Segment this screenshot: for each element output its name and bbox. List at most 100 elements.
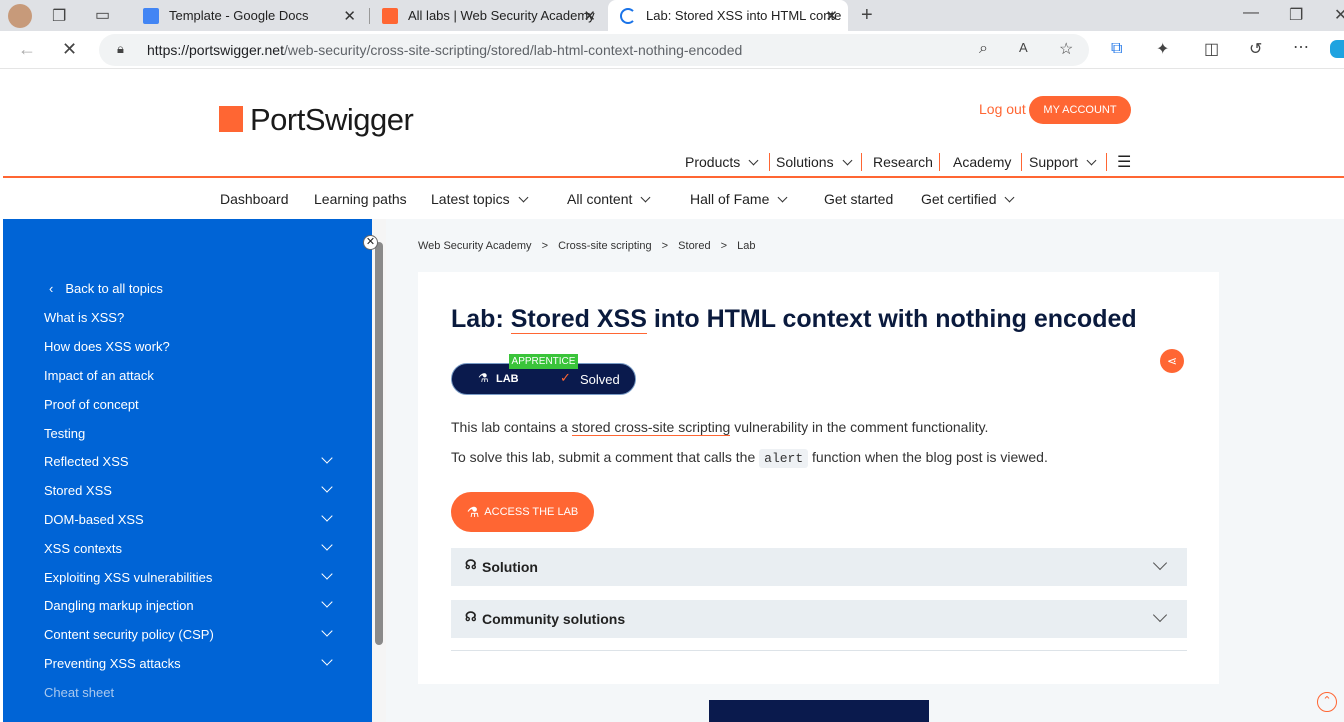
chevron-down-icon[interactable] <box>321 596 333 608</box>
portswigger-logo[interactable]: PortSwigger <box>250 102 414 138</box>
logout-link[interactable]: Log out <box>979 101 1026 117</box>
minimize-icon[interactable]: — <box>1243 4 1259 22</box>
chevron-down-icon[interactable] <box>321 481 333 493</box>
subnav-latest-topics[interactable]: Latest topics <box>431 191 529 207</box>
lock-icon[interactable]: 🔒︎ <box>117 41 124 57</box>
header-divider <box>3 176 1344 178</box>
history-icon[interactable]: ↺ <box>1249 39 1262 59</box>
level-badge: APPRENTICE <box>509 354 578 369</box>
sidebar-item-preventing-xss[interactable]: Preventing XSS attacks <box>44 656 181 671</box>
portswigger-logo-icon[interactable] <box>219 106 243 132</box>
back-to-topics-link[interactable]: ‹ Back to all topics <box>49 281 163 296</box>
lab-instructions: To solve this lab, submit a comment that… <box>451 449 1048 468</box>
chevron-down-icon[interactable] <box>321 625 333 637</box>
subnav-learning-paths[interactable]: Learning paths <box>314 191 407 207</box>
extensions-icon[interactable]: ✦ <box>1156 39 1169 59</box>
flask-icon: ⚗ <box>466 503 480 520</box>
tab-all-labs[interactable]: All labs | Web Security Academy ✕ <box>370 0 606 31</box>
community-icon: ☊ <box>465 609 477 624</box>
breadcrumb-xss[interactable]: Cross-site scripting <box>558 240 652 252</box>
tab-actions-icon[interactable]: ▭ <box>95 5 110 25</box>
sidebar-item-cheat-sheet[interactable]: Cheat sheet <box>44 685 114 700</box>
tab-title: Template - Google Docs <box>169 8 309 23</box>
access-lab-button[interactable]: ⚗ ACCESS THE LAB <box>451 492 594 532</box>
lightbulb-icon: ☊ <box>465 557 477 572</box>
web-page: PortSwigger Log out MY ACCOUNT Products … <box>3 70 1344 722</box>
divider <box>451 650 1187 651</box>
new-tab-button[interactable]: + <box>861 4 873 27</box>
chevron-down-icon <box>1152 607 1168 623</box>
community-solutions-accordion[interactable]: ☊ Community solutions <box>451 600 1187 638</box>
restore-icon[interactable]: ❐ <box>1289 5 1303 25</box>
back-arrow-icon[interactable]: ← <box>18 39 36 60</box>
subnav-all-content[interactable]: All content <box>567 191 651 207</box>
sidebar-item-reflected-xss[interactable]: Reflected XSS <box>44 454 129 469</box>
breadcrumb-stored[interactable]: Stored <box>678 240 710 252</box>
workspaces-icon[interactable]: ❐ <box>52 6 66 26</box>
subnav-dashboard[interactable]: Dashboard <box>220 191 289 207</box>
read-aloud-icon[interactable]: A <box>1019 40 1028 55</box>
lab-description: This lab contains a stored cross-site sc… <box>451 419 989 436</box>
share-icon[interactable]: ⋖ <box>1160 349 1184 373</box>
stored-xss-doc-link[interactable]: stored cross-site scripting <box>571 419 731 436</box>
solution-accordion[interactable]: ☊ Solution <box>451 548 1187 586</box>
sidebar-item-proof-of-concept[interactable]: Proof of concept <box>44 397 139 412</box>
zoom-icon[interactable]: ⌕ <box>979 40 988 58</box>
chevron-down-icon[interactable] <box>321 452 333 464</box>
nav-products[interactable]: Products <box>685 154 759 170</box>
sidebar-item-impact[interactable]: Impact of an attack <box>44 368 154 383</box>
close-icon[interactable]: ✕ <box>583 7 596 25</box>
sidebar-item-xss-contexts[interactable]: XSS contexts <box>44 541 122 556</box>
close-icon[interactable]: ✕ <box>343 7 356 25</box>
copilot-icon[interactable] <box>1330 40 1344 58</box>
nav-research[interactable]: Research <box>873 154 933 170</box>
subnav-get-started[interactable]: Get started <box>824 191 893 207</box>
badge-lab-label: LAB <box>496 373 519 385</box>
chevron-down-icon[interactable] <box>321 510 333 522</box>
subnav-get-certified[interactable]: Get certified <box>921 191 1015 207</box>
sidebar-item-what-is-xss[interactable]: What is XSS? <box>44 310 124 325</box>
google-docs-icon <box>143 7 159 24</box>
sidebar-item-dangling-markup[interactable]: Dangling markup injection <box>44 598 194 613</box>
subnav-hall-of-fame[interactable]: Hall of Fame <box>690 191 788 207</box>
sidebar-item-how-xss-works[interactable]: How does XSS work? <box>44 339 170 354</box>
stop-loading-icon[interactable]: ✕ <box>62 39 77 60</box>
alert-code: alert <box>759 449 809 468</box>
tab-google-docs[interactable]: Template - Google Docs ✕ <box>131 0 366 31</box>
chevron-down-icon[interactable] <box>321 568 333 580</box>
scroll-to-top-icon[interactable]: ⌃ <box>1317 692 1337 712</box>
sidebar-item-csp[interactable]: Content security policy (CSP) <box>44 627 214 642</box>
sidebar-item-testing[interactable]: Testing <box>44 426 85 441</box>
translate-icon[interactable]: ⧉ <box>1111 40 1122 58</box>
address-bar-row: ← ✕ 🔒︎ https://portswigger.net/web-secur… <box>0 31 1344 69</box>
topic-sidebar: ‹ Back to all topics What is XSS? How doe… <box>3 219 372 722</box>
more-menu-icon[interactable]: ⋯ <box>1293 37 1309 57</box>
nav-solutions[interactable]: Solutions <box>776 154 853 170</box>
favorite-star-icon[interactable]: ☆ <box>1059 39 1073 59</box>
stored-xss-link[interactable]: Stored XSS <box>510 305 647 334</box>
loading-spinner-icon <box>620 7 636 24</box>
close-window-icon[interactable]: ✕ <box>1334 5 1344 25</box>
url-text: https://portswigger.net/web-security/cro… <box>147 42 743 58</box>
page-title: Lab: Stored XSS into HTML context with n… <box>451 305 1137 334</box>
breadcrumb-academy[interactable]: Web Security Academy <box>418 240 532 252</box>
nav-support[interactable]: Support <box>1029 154 1097 170</box>
check-icon: ✓ <box>560 370 571 385</box>
sidebar-item-exploiting-xss[interactable]: Exploiting XSS vulnerabilities <box>44 570 212 585</box>
sidebar-scroll-thumb[interactable] <box>375 242 383 645</box>
flask-icon: ⚗ <box>478 371 489 385</box>
tab-stored-xss-lab[interactable]: Lab: Stored XSS into HTML conte ✕ <box>608 0 848 31</box>
profile-avatar[interactable] <box>8 4 32 28</box>
chevron-down-icon[interactable] <box>321 539 333 551</box>
sidebar-item-stored-xss[interactable]: Stored XSS <box>44 483 112 498</box>
chevron-down-icon[interactable] <box>321 654 333 666</box>
url-input[interactable]: 🔒︎ https://portswigger.net/web-security/… <box>99 34 1089 66</box>
my-account-button[interactable]: MY ACCOUNT <box>1029 96 1131 124</box>
nav-academy[interactable]: Academy <box>953 154 1011 170</box>
close-sidebar-icon[interactable]: ✕ <box>363 235 378 250</box>
hamburger-menu-icon[interactable]: ☰ <box>1117 152 1131 172</box>
sidebar-item-dom-xss[interactable]: DOM-based XSS <box>44 512 144 527</box>
breadcrumb-lab[interactable]: Lab <box>737 240 755 252</box>
split-screen-icon[interactable]: ◫ <box>1204 39 1219 59</box>
close-icon[interactable]: ✕ <box>825 7 838 25</box>
